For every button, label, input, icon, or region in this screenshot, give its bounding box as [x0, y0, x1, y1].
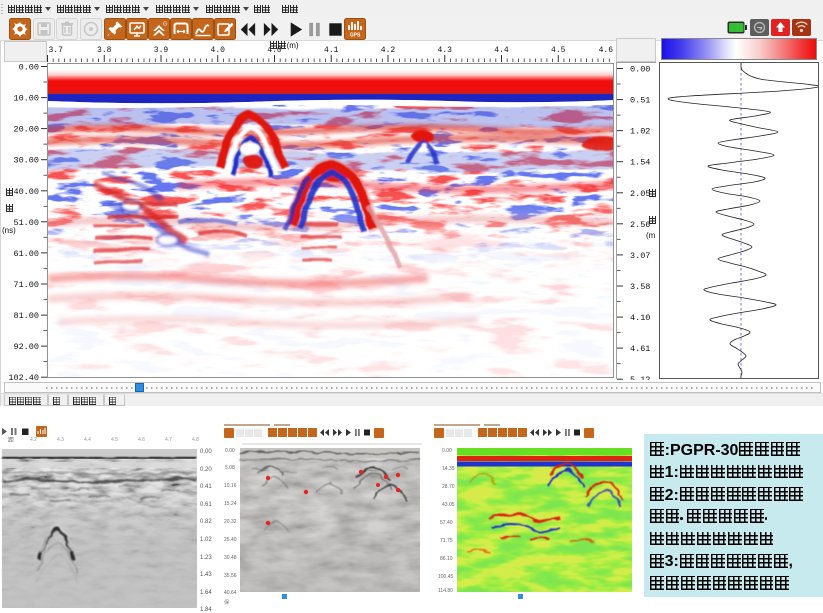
- svg-text:0.00: 0.00: [225, 448, 235, 454]
- svg-text:10.16: 10.16: [224, 483, 237, 489]
- svg-text:4.2: 4.2: [381, 46, 396, 55]
- svg-text:10.00: 10.00: [13, 94, 39, 104]
- svg-text:14.35: 14.35: [442, 466, 455, 472]
- svg-text:距: 距: [8, 437, 14, 444]
- svg-text:71.75: 71.75: [440, 538, 453, 544]
- svg-text:1.54: 1.54: [630, 158, 650, 168]
- svg-text:3.58: 3.58: [630, 282, 650, 292]
- svg-text:28.70: 28.70: [442, 484, 455, 490]
- svg-text:3.07: 3.07: [630, 251, 650, 261]
- svg-text:4.4: 4.4: [494, 46, 509, 55]
- svg-text:5.08: 5.08: [225, 465, 235, 471]
- svg-text:71.00: 71.00: [13, 280, 39, 290]
- svg-text:5.12: 5.12: [630, 375, 650, 380]
- svg-text:43.05: 43.05: [442, 502, 455, 508]
- svg-text:4.61: 4.61: [630, 344, 650, 354]
- svg-text:0.00: 0.00: [19, 63, 39, 73]
- svg-text:4.6: 4.6: [599, 46, 614, 55]
- svg-text:GPS: GPS: [350, 33, 361, 39]
- svg-text:3.8: 3.8: [97, 46, 112, 55]
- svg-text:保: 保: [224, 599, 229, 606]
- svg-text:30.48: 30.48: [224, 555, 237, 561]
- svg-text:86.10: 86.10: [440, 556, 453, 562]
- svg-text:4.1: 4.1: [324, 46, 339, 55]
- svg-text:92.00: 92.00: [13, 342, 39, 352]
- svg-text:4.3: 4.3: [438, 46, 453, 55]
- svg-text:0.51: 0.51: [630, 96, 650, 106]
- svg-text:81.00: 81.00: [13, 311, 39, 321]
- svg-text:4.5: 4.5: [551, 46, 566, 55]
- svg-text:1.02: 1.02: [630, 127, 650, 137]
- svg-text:3.7: 3.7: [49, 46, 64, 55]
- svg-text:G: G: [163, 22, 167, 28]
- svg-text:61.00: 61.00: [13, 249, 39, 259]
- svg-text:4.0: 4.0: [211, 46, 226, 55]
- svg-text:35.56: 35.56: [224, 573, 237, 579]
- svg-text:40.00: 40.00: [13, 187, 39, 197]
- svg-text:4.10: 4.10: [630, 313, 650, 323]
- svg-text:20.00: 20.00: [13, 125, 39, 135]
- svg-text:51.00: 51.00: [13, 218, 39, 228]
- svg-text:20.32: 20.32: [224, 519, 237, 525]
- svg-text:3.9: 3.9: [154, 46, 169, 55]
- svg-text:114.80: 114.80: [438, 588, 453, 594]
- svg-text:100.45: 100.45: [438, 574, 454, 580]
- svg-text:30.00: 30.00: [13, 156, 39, 166]
- svg-text:0.00: 0.00: [630, 65, 650, 75]
- svg-text:0.00: 0.00: [442, 448, 452, 454]
- svg-text:25.40: 25.40: [224, 537, 237, 543]
- svg-text:40.64: 40.64: [224, 590, 237, 596]
- svg-text:57.40: 57.40: [440, 520, 453, 526]
- svg-text:15.24: 15.24: [224, 501, 237, 507]
